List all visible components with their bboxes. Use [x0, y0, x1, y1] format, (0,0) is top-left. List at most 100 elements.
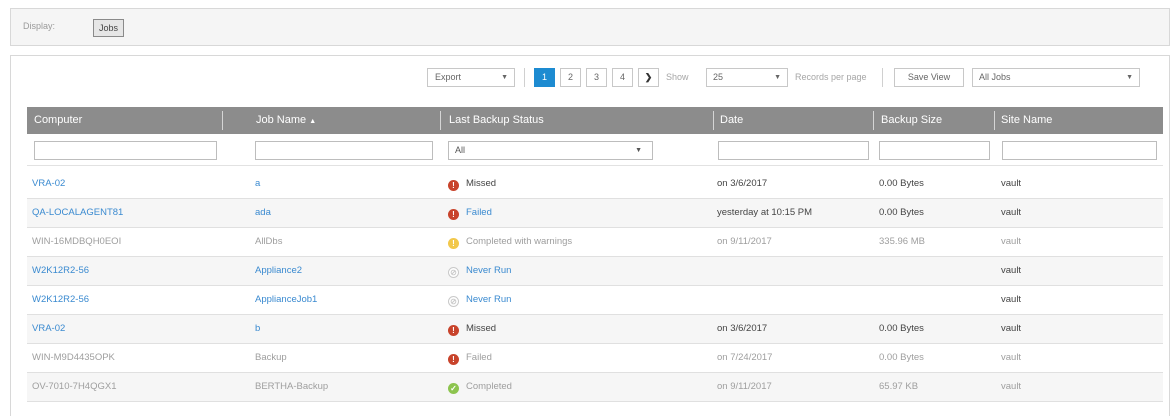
- toolbar-divider: [882, 68, 883, 87]
- job-name-cell[interactable]: a: [255, 170, 260, 198]
- job-name-cell[interactable]: ada: [255, 199, 271, 227]
- computer-cell[interactable]: W2K12R2-56: [32, 257, 89, 285]
- date-cell: on 9/11/2017: [717, 381, 772, 392]
- column-header-site-name[interactable]: Site Name: [994, 107, 1052, 134]
- site-name-cell: vault: [1001, 352, 1022, 363]
- toolbar-divider: [524, 68, 525, 87]
- warning-icon: !: [448, 238, 459, 249]
- computer-cell[interactable]: QA-LOCALAGENT81: [32, 199, 123, 227]
- column-header-date[interactable]: Date: [713, 107, 743, 134]
- per-page-value: 25: [713, 72, 724, 82]
- export-label: Export: [435, 72, 462, 82]
- show-label: Show: [666, 72, 689, 82]
- date-filter-input[interactable]: [718, 141, 869, 160]
- display-bar: Display: Jobs: [10, 8, 1170, 46]
- column-header-job-name[interactable]: Job Name ▲: [249, 107, 316, 134]
- backup-size-filter-input[interactable]: [879, 141, 990, 160]
- column-header-backup-size[interactable]: Backup Size: [874, 107, 942, 134]
- table-row[interactable]: VRA-02 b ! Missed on 3/6/2017 0.00 Bytes …: [27, 315, 1163, 344]
- computer-cell[interactable]: VRA-02: [32, 170, 65, 198]
- missed-icon: !: [448, 180, 459, 191]
- site-name-cell: vault: [1001, 381, 1022, 392]
- job-name-cell[interactable]: ApplianceJob1: [255, 286, 317, 314]
- status-filter-value: All: [455, 145, 466, 155]
- table-row[interactable]: OV-7010-7H4QGX1 BERTHA-Backup ✓ Completed…: [27, 373, 1163, 402]
- backup-size-cell: 335.96 MB: [879, 236, 925, 247]
- date-cell: yesterday at 10:15 PM: [717, 207, 813, 218]
- status-cell: ! Completed with warnings: [448, 228, 572, 256]
- sort-ascending-icon: ▲: [309, 118, 317, 125]
- status-cell: ! Failed: [448, 344, 492, 372]
- date-cell: on 3/6/2017: [717, 323, 768, 334]
- column-header-last-backup-status[interactable]: Last Backup Status: [442, 107, 544, 134]
- site-name-cell: vault: [1001, 323, 1022, 334]
- status-cell: ✓ Completed: [448, 373, 512, 401]
- table-row[interactable]: QA-LOCALAGENT81 ada ! Failed yesterday at…: [27, 199, 1163, 228]
- column-divider: [222, 111, 223, 130]
- missed-icon: !: [448, 325, 459, 336]
- page-3-button[interactable]: 3: [586, 68, 607, 87]
- backup-size-cell: 0.00 Bytes: [879, 207, 924, 218]
- chevron-down-icon: ▼: [774, 74, 781, 81]
- column-divider: [440, 111, 441, 130]
- per-page-select[interactable]: 25 ▼: [706, 68, 788, 87]
- chevron-down-icon: ▼: [501, 74, 508, 81]
- display-label: Display:: [23, 21, 56, 31]
- view-select[interactable]: All Jobs ▼: [972, 68, 1140, 87]
- export-dropdown[interactable]: Export ▼: [427, 68, 515, 87]
- job-name-filter-input[interactable]: [255, 141, 433, 160]
- site-name-cell: vault: [1001, 207, 1022, 218]
- site-name-cell: vault: [1001, 294, 1022, 305]
- table-row[interactable]: VRA-02 a ! Missed on 3/6/2017 0.00 Bytes …: [27, 170, 1163, 199]
- never-run-icon: ⊘: [448, 296, 459, 307]
- site-name-cell: vault: [1001, 265, 1022, 276]
- table-row[interactable]: W2K12R2-56 Appliance2 ⊘ Never Run vault: [27, 257, 1163, 286]
- table-row[interactable]: WIN-M9D4435OPK Backup ! Failed on 7/24/20…: [27, 344, 1163, 373]
- page-4-button[interactable]: 4: [612, 68, 633, 87]
- status-cell[interactable]: ⊘ Never Run: [448, 257, 511, 285]
- next-page-button[interactable]: ❯: [638, 68, 659, 87]
- backup-size-cell: 0.00 Bytes: [879, 178, 924, 189]
- failed-icon: !: [448, 209, 459, 220]
- computer-cell: OV-7010-7H4QGX1: [32, 381, 117, 392]
- backup-size-cell: 0.00 Bytes: [879, 352, 924, 363]
- table-row[interactable]: W2K12R2-56 ApplianceJob1 ⊘ Never Run vaul…: [27, 286, 1163, 315]
- status-cell[interactable]: ⊘ Never Run: [448, 286, 511, 314]
- column-header-computer[interactable]: Computer: [27, 107, 82, 134]
- date-cell: on 3/6/2017: [717, 178, 768, 189]
- chevron-right-icon: ❯: [644, 72, 653, 82]
- table-header: Computer Job Name ▲ Last Backup Status D…: [27, 107, 1163, 134]
- site-name-filter-input[interactable]: [1002, 141, 1157, 160]
- failed-icon: !: [448, 354, 459, 365]
- chevron-down-icon: ▼: [1126, 74, 1133, 81]
- computer-cell[interactable]: VRA-02: [32, 315, 65, 343]
- chevron-down-icon: ▼: [635, 147, 642, 154]
- job-name-cell: AllDbs: [255, 236, 283, 247]
- job-name-cell: BERTHA-Backup: [255, 381, 329, 392]
- date-cell: on 9/11/2017: [717, 236, 772, 247]
- job-name-cell[interactable]: Appliance2: [255, 257, 302, 285]
- display-jobs-button[interactable]: Jobs: [93, 19, 125, 37]
- status-cell: ! Missed: [448, 170, 496, 198]
- backup-size-cell: 65.97 KB: [879, 381, 919, 392]
- page-2-button[interactable]: 2: [560, 68, 581, 87]
- table-row[interactable]: WIN-16MDBQH0EOI AllDbs ! Completed with w…: [27, 228, 1163, 257]
- job-name-cell[interactable]: b: [255, 315, 260, 343]
- status-cell[interactable]: ! Failed: [448, 199, 492, 227]
- filter-row: All ▼: [27, 134, 1163, 166]
- site-name-cell: vault: [1001, 236, 1022, 247]
- backup-size-cell: 0.00 Bytes: [879, 323, 924, 334]
- date-cell: on 7/24/2017: [717, 352, 773, 363]
- computer-cell: WIN-M9D4435OPK: [32, 352, 115, 363]
- never-run-icon: ⊘: [448, 267, 459, 278]
- computer-filter-input[interactable]: [34, 141, 217, 160]
- site-name-cell: vault: [1001, 178, 1022, 189]
- records-per-page-label: Records per page: [795, 72, 867, 82]
- check-icon: ✓: [448, 383, 459, 394]
- page-1-button[interactable]: 1: [534, 68, 555, 87]
- save-view-button[interactable]: Save View: [894, 68, 964, 87]
- job-name-cell: Backup: [255, 352, 287, 363]
- computer-cell: WIN-16MDBQH0EOI: [32, 236, 122, 247]
- computer-cell[interactable]: W2K12R2-56: [32, 286, 89, 314]
- status-filter-select[interactable]: All ▼: [448, 141, 653, 160]
